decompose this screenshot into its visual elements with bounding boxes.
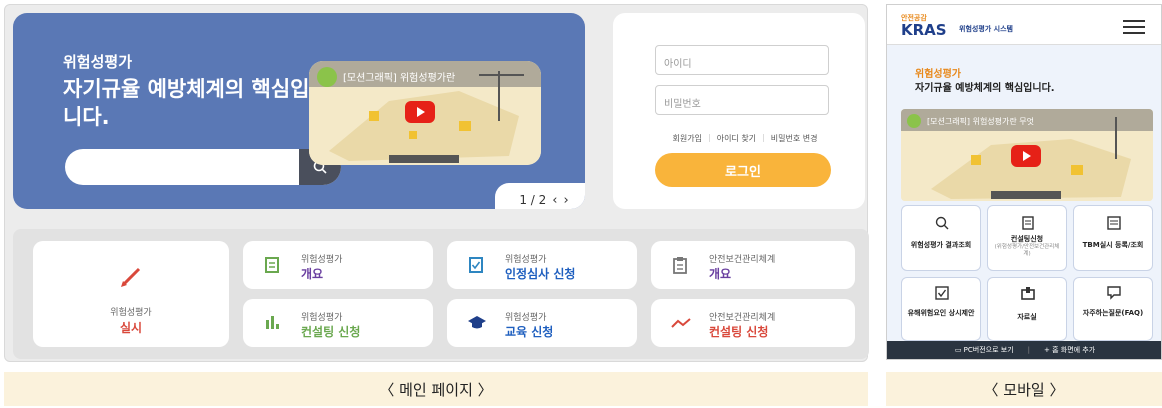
- menu-card-line1: 위험성평가: [110, 308, 152, 318]
- mobile-logo-text: 위험성평가 시스템: [959, 25, 1013, 33]
- login-links: 회원가입 | 아이디 찾기 | 비밀번호 변경: [672, 133, 818, 144]
- mobile-card-title: 컨설팅신청: [1010, 235, 1044, 243]
- main-page-frame: 위험성평가 자기규율 예방체계의 핵심입니다. [모션그래픽] 위험성평가란 1…: [4, 4, 869, 362]
- mobile-title: 자기규율 예방체계의 핵심입니다.: [915, 83, 1055, 94]
- mobile-card-results[interactable]: 위험성평가 결과조회: [901, 205, 981, 271]
- menu-area: 위험성평가 실시 위험성평가 개요 위험성평가 인정심사 신청 안전보건관리체계…: [13, 229, 869, 359]
- mobile-card-tbm[interactable]: TBM실시 등록/조회: [1073, 205, 1153, 271]
- login-panel: 아이디 비밀번호 회원가입 | 아이디 찾기 | 비밀번호 변경 로그인: [613, 13, 865, 209]
- mobile-footer: ▭ PC버전으로 보기 | + 홈 화면에 추가: [887, 341, 1161, 359]
- menu-card-line2: 교육 신청: [505, 325, 554, 339]
- menu-card-line1: 안전보건관리체계: [709, 313, 776, 323]
- checkbox-icon: [935, 286, 949, 300]
- pager: 1 / 2 ‹ ›: [495, 183, 585, 209]
- menu-card-consulting[interactable]: 위험성평가 컨설팅 신청: [243, 299, 433, 347]
- id-placeholder: 아이디: [664, 59, 692, 70]
- mobile-video-title: [모션그래픽] 위험성평가란 무엇: [927, 117, 1035, 126]
- mobile-card-title: 위험성평가 결과조회: [910, 241, 972, 249]
- search-box[interactable]: [65, 149, 341, 185]
- mobile-card-faq[interactable]: 자주하는질문(FAQ): [1073, 277, 1153, 341]
- search-icon: [935, 216, 949, 230]
- find-id-link[interactable]: 아이디 찾기: [717, 133, 756, 144]
- video-thumbnail[interactable]: [모션그래픽] 위험성평가란: [309, 61, 541, 165]
- menu-card-system-consulting[interactable]: 안전보건관리체계 컨설팅 신청: [651, 299, 855, 347]
- mobile-card-archive[interactable]: 자료실: [987, 277, 1067, 341]
- menu-card-education[interactable]: 위험성평가 교육 신청: [447, 299, 637, 347]
- mobile-card-title: 자주하는질문(FAQ): [1082, 309, 1144, 317]
- id-field[interactable]: 아이디: [655, 45, 829, 75]
- document-icon: [1022, 216, 1034, 230]
- menu-card-line2: 컨설팅 신청: [301, 325, 361, 339]
- mobile-card-title: TBM실시 등록/조회: [1082, 241, 1144, 249]
- chat-icon: [1107, 286, 1121, 300]
- archive-icon: [1021, 287, 1035, 300]
- hero-subtitle: 위험성평가: [63, 53, 133, 71]
- change-password-link[interactable]: 비밀번호 변경: [771, 133, 818, 144]
- trend-icon: [671, 318, 691, 328]
- main-caption: 〈 메인 페이지 〉: [4, 372, 868, 406]
- join-link[interactable]: 회원가입: [673, 133, 702, 144]
- bar-chart-icon: [266, 316, 279, 329]
- menu-card-overview[interactable]: 위험성평가 개요: [243, 241, 433, 289]
- mobile-card-subtitle: (위험성평가/안전보건관리체계): [994, 244, 1060, 257]
- mobile-card-title: 유해위험요인 상시제안: [907, 309, 975, 317]
- hamburger-menu-icon[interactable]: [1123, 20, 1145, 34]
- menu-card-line1: 위험성평가: [505, 255, 547, 265]
- add-home-label: 홈 화면에 추가: [1052, 346, 1096, 354]
- menu-card-line1: 위험성평가: [301, 313, 343, 323]
- graduation-cap-icon: [468, 316, 486, 329]
- clipboard-icon: [673, 257, 687, 274]
- menu-card-line2: 실시: [119, 321, 143, 335]
- channel-avatar: [317, 67, 337, 87]
- menu-card-certification[interactable]: 위험성평가 인정심사 신청: [447, 241, 637, 289]
- menu-card-line2: 인정심사 신청: [505, 267, 576, 281]
- checklist-icon: [469, 257, 483, 273]
- mobile-video-thumbnail[interactable]: [모션그래픽] 위험성평가란 무엇: [901, 109, 1153, 201]
- login-button[interactable]: 로그인: [655, 153, 831, 187]
- prev-icon[interactable]: ‹: [552, 193, 557, 208]
- hero-title: 자기규율 예방체계의 핵심입니다.: [63, 77, 310, 129]
- mobile-frame: 안전공감 KRAS 위험성평가 시스템 위험성평가 자기규율 예방체계의 핵심입…: [886, 4, 1162, 360]
- newspaper-icon: [1107, 216, 1121, 230]
- menu-card-line1: 안전보건관리체계: [709, 255, 776, 265]
- next-icon[interactable]: ›: [563, 193, 568, 208]
- menu-card-line1: 위험성평가: [505, 313, 547, 323]
- menu-card-system-overview[interactable]: 안전보건관리체계 개요: [651, 241, 855, 289]
- mobile-card-hazard[interactable]: 유해위험요인 상시제안: [901, 277, 981, 341]
- menu-card-line2: 컨설팅 신청: [709, 325, 769, 339]
- menu-card-line2: 개요: [709, 267, 732, 281]
- menu-card-line2: 개요: [301, 267, 324, 281]
- menu-card-assessment[interactable]: 위험성평가 실시: [33, 241, 229, 347]
- mobile-header: 안전공감 KRAS 위험성평가 시스템: [887, 5, 1161, 45]
- pc-version-link[interactable]: ▭ PC버전으로 보기: [955, 345, 1014, 355]
- menu-card-line1: 위험성평가: [301, 255, 343, 265]
- document-icon: [265, 257, 279, 273]
- mobile-logo[interactable]: KRAS: [901, 21, 947, 39]
- hero-banner: 위험성평가 자기규율 예방체계의 핵심입니다. [모션그래픽] 위험성평가란 1…: [13, 13, 585, 209]
- mobile-caption: 〈 모바일 〉: [886, 372, 1162, 406]
- pc-version-label: PC버전으로 보기: [963, 346, 1014, 354]
- play-button[interactable]: [405, 101, 435, 123]
- mobile-play-button[interactable]: [1011, 145, 1041, 167]
- add-home-link[interactable]: + 홈 화면에 추가: [1044, 345, 1095, 355]
- mobile-subtitle: 위험성평가: [915, 69, 961, 80]
- video-title: [모션그래픽] 위험성평가란: [343, 73, 456, 84]
- password-placeholder: 비밀번호: [664, 99, 701, 110]
- pager-label: 1 / 2: [519, 193, 547, 207]
- mobile-card-consulting[interactable]: 컨설팅신청 (위험성평가/안전보건관리체계): [987, 205, 1067, 271]
- search-input[interactable]: [65, 149, 295, 185]
- mobile-card-title: 자료실: [1017, 313, 1037, 321]
- mobile-channel-avatar: [907, 114, 921, 128]
- password-field[interactable]: 비밀번호: [655, 85, 829, 115]
- pencil-icon: [121, 267, 141, 287]
